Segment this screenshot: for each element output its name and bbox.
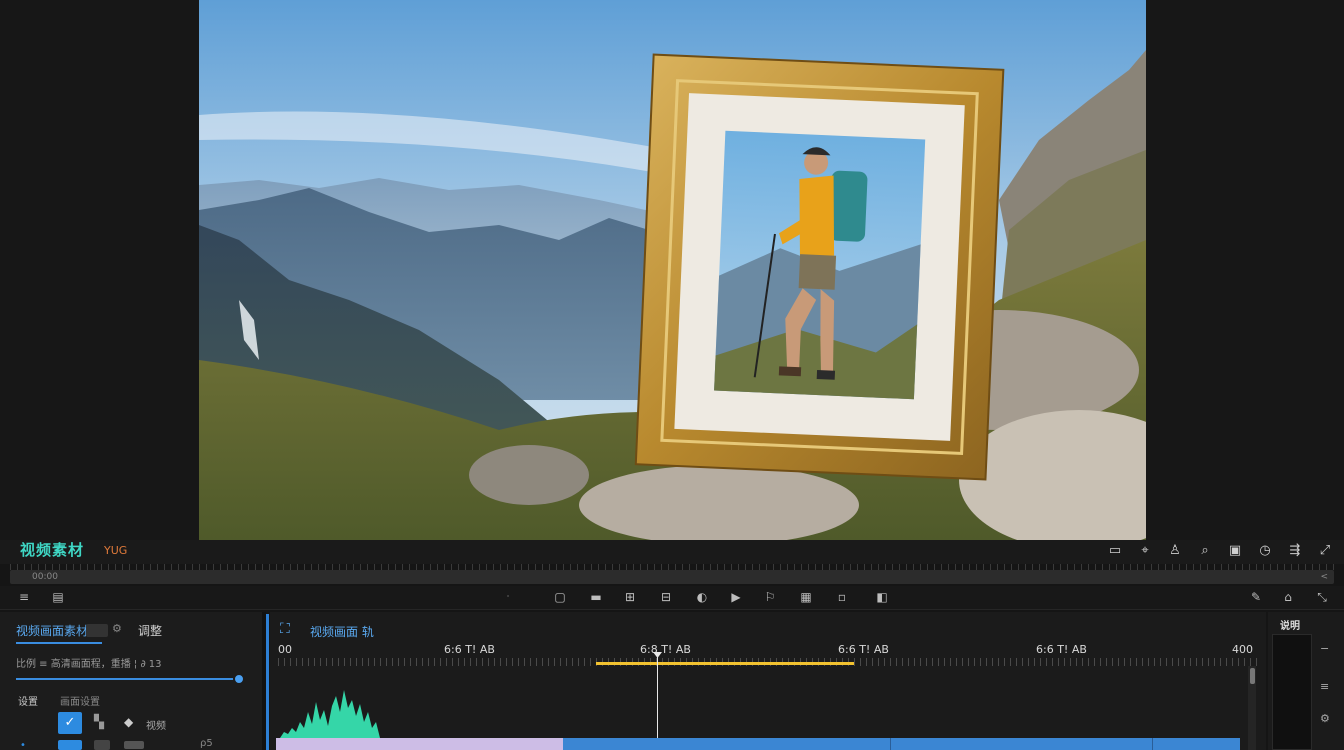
- scale-slider-track[interactable]: [16, 678, 240, 680]
- panel-header: 视频素材 YUG ▭ ⌖ ♙ ⌕ ▣ ◷ ⇶ ⤢: [0, 540, 1344, 564]
- layer-icon[interactable]: ▫: [834, 589, 850, 605]
- play-icon[interactable]: ▶: [728, 589, 744, 605]
- timecode-label: 400: [1232, 643, 1253, 656]
- clip-separator: [890, 738, 891, 750]
- share-icon[interactable]: ⇶: [1286, 542, 1304, 560]
- menu-icon[interactable]: ≡: [16, 589, 32, 605]
- timecode-label: 6:6 T! AB: [838, 643, 889, 656]
- timeline-clip[interactable]: [276, 738, 563, 750]
- timecode-label: 00: [278, 643, 292, 656]
- properties-panel: 视频画面素材 ⚙ 调整 比例 ≡ 高清画面程，重播 ¦ ∂ 13 设置 画面设置…: [0, 612, 262, 750]
- brush-icon[interactable]: ✎: [1248, 589, 1264, 605]
- editor-toolbar: ≡ ▤ · ▢ ▬ ⊞ ⊟ ◐ ▶ ⚐ ▦ ▫ ◧ ✎ ⌂ ⤡: [0, 586, 1344, 610]
- row-value: ρ5: [200, 738, 213, 749]
- panel-focus-edge: [266, 614, 269, 750]
- preview-area: [0, 0, 1344, 540]
- video-preview-frame[interactable]: [199, 0, 1146, 540]
- dot-icon: ·: [506, 592, 510, 601]
- audio-waveform: [280, 690, 380, 738]
- screen-icon[interactable]: ▭: [1106, 542, 1124, 560]
- section-sublabel: 画面设置: [60, 697, 100, 708]
- enable-checkbox[interactable]: ✓: [58, 712, 82, 734]
- timeline-title: 视频画面 轨: [310, 625, 374, 639]
- second-tag-icon[interactable]: [124, 741, 144, 749]
- film-icon[interactable]: ▦: [798, 589, 814, 605]
- timecode-label: 6:6 T! AB: [1036, 643, 1087, 656]
- preview-image: [199, 0, 1146, 540]
- timeline-panel: ⛶ 视频画面 轨 00 6:6 T! AB 6:8 T! AB 6:6 T! A…: [270, 612, 1266, 750]
- app-subtitle: YUG: [104, 544, 128, 557]
- mask-icon[interactable]: ⌂: [1280, 589, 1296, 605]
- timecode-label: 6:6 T! AB: [444, 643, 495, 656]
- app-title: 视频素材: [20, 541, 85, 559]
- second-image-icon[interactable]: [94, 740, 110, 750]
- folder-icon[interactable]: ⛶: [280, 621, 290, 637]
- search-icon[interactable]: ⌕: [1196, 542, 1214, 560]
- camera-icon[interactable]: ▣: [1226, 542, 1244, 560]
- resize-icon[interactable]: ⤡: [1314, 589, 1330, 605]
- cursor-icon[interactable]: ⌖: [1136, 542, 1154, 560]
- grid-icon[interactable]: ⊟: [658, 589, 674, 605]
- tab-video-material[interactable]: 视频画面素材: [16, 622, 88, 639]
- scroll-end-arrow[interactable]: <: [1320, 570, 1328, 584]
- info-preview-box: [1272, 634, 1312, 750]
- rotate-icon[interactable]: ◐: [694, 589, 710, 605]
- horizontal-scrollbar[interactable]: 00:00 <: [10, 570, 1334, 584]
- split-icon[interactable]: ⊞: [622, 589, 638, 605]
- flag-icon[interactable]: ▬: [588, 589, 604, 605]
- panel-description: 比例 ≡ 高清画面程，重播 ¦ ∂ 13: [16, 659, 162, 670]
- tab-badge: [86, 624, 108, 637]
- marker-icon[interactable]: ⚐: [762, 589, 778, 605]
- minus-icon[interactable]: −: [1320, 642, 1329, 655]
- header-icon-group: ▭ ⌖ ♙ ⌕ ▣ ◷ ⇶ ⤢: [1106, 542, 1334, 560]
- section-label: 设置: [18, 697, 38, 708]
- monitor-icon[interactable]: ◧: [874, 589, 890, 605]
- save-icon[interactable]: ▤: [50, 589, 66, 605]
- second-checkbox[interactable]: [58, 740, 82, 750]
- person-icon[interactable]: ♙: [1166, 542, 1184, 560]
- in-out-range[interactable]: [596, 662, 854, 665]
- tag-icon[interactable]: ◆: [124, 715, 133, 729]
- scale-slider-handle[interactable]: [233, 673, 245, 685]
- clip-separator: [1152, 738, 1153, 750]
- info-panel-title: 说明: [1280, 621, 1300, 632]
- gear-icon[interactable]: ⚙: [112, 622, 122, 635]
- list-icon[interactable]: ≡: [1320, 680, 1329, 693]
- tab-active-underline: [16, 642, 102, 644]
- tab-adjust[interactable]: 调整: [138, 622, 162, 639]
- info-panel: 说明 − ≡ ⚙: [1268, 612, 1344, 750]
- timecode-label: 6:8 T! AB: [640, 643, 691, 656]
- timecode-row: 00 6:6 T! AB 6:8 T! AB 6:6 T! AB 6:6 T! …: [270, 643, 1266, 657]
- playhead[interactable]: [657, 652, 658, 738]
- item-label: 视频: [146, 721, 166, 732]
- settings-icon[interactable]: ⚙: [1320, 712, 1330, 725]
- image-icon[interactable]: ▚: [94, 715, 104, 730]
- crop-icon[interactable]: ▢: [552, 589, 568, 605]
- video-editor-app: 视频素材 YUG ▭ ⌖ ♙ ⌕ ▣ ◷ ⇶ ⤢ 00:00 < ≡ ▤ · ▢…: [0, 0, 1344, 750]
- scroll-position-label: 00:00: [32, 572, 58, 582]
- scrollbar-thumb[interactable]: [1250, 668, 1255, 684]
- timeline-clip[interactable]: [563, 738, 1240, 750]
- clock-icon[interactable]: ◷: [1256, 542, 1274, 560]
- expand-icon[interactable]: ⤢: [1316, 542, 1334, 560]
- row-indicator: •: [20, 740, 26, 750]
